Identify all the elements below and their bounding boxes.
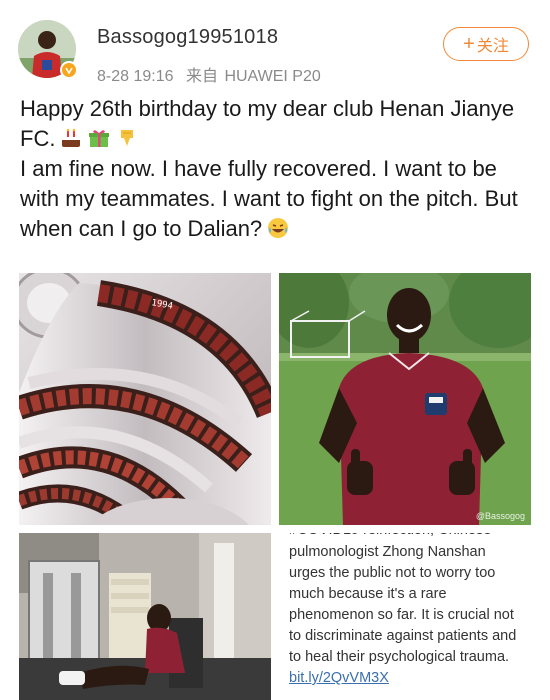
post-meta: 8-28 19:16 来自 HUAWEI P20 bbox=[97, 62, 329, 86]
post-paragraph-2: I am fine now. I have fully recovered. I… bbox=[20, 154, 535, 244]
article-link[interactable]: bit.ly/2QvVM3X bbox=[289, 670, 389, 686]
follow-label: 关注 bbox=[476, 38, 509, 55]
article-body: pulmonologist Zhong Nanshan urges the pu… bbox=[289, 544, 517, 665]
username[interactable]: Bassogog19951018 bbox=[97, 26, 278, 49]
article-headline-cut: #COVID19 reinfection, Chinese bbox=[289, 533, 525, 542]
tears-of-joy-emoji-icon bbox=[268, 218, 289, 238]
post-body: Happy 26th birthday to my dear club Hena… bbox=[20, 94, 535, 244]
plus-icon: + bbox=[463, 33, 475, 55]
verified-badge-icon bbox=[60, 61, 78, 79]
pointing-down-emoji-icon bbox=[121, 130, 134, 146]
post-header: Bassogog19951018 8-28 19:16 来自 HUAWEI P2… bbox=[0, 0, 550, 90]
photo-watermark: @Bassogog bbox=[475, 511, 525, 521]
article-text: #COVID19 reinfection, Chinese pulmonolog… bbox=[289, 533, 525, 689]
news-article-screenshot[interactable]: #COVID19 reinfection, Chinese pulmonolog… bbox=[279, 533, 531, 700]
post-timestamp: 8-28 19:16 bbox=[97, 68, 174, 85]
post-source-device: HUAWEI P20 bbox=[224, 68, 321, 85]
post-paragraph-1: Happy 26th birthday to my dear club Hena… bbox=[20, 94, 535, 154]
gift-emoji-icon bbox=[89, 130, 110, 147]
player-thumbs-up-photo[interactable]: @Bassogog bbox=[279, 273, 531, 525]
post-source-prefix: 来自 bbox=[185, 68, 218, 85]
film-reel-photo[interactable]: 1994 bbox=[19, 273, 271, 525]
follow-button[interactable]: + 关注 bbox=[443, 27, 529, 61]
player-gym-photo[interactable] bbox=[19, 533, 271, 700]
cake-emoji-icon bbox=[62, 128, 81, 147]
